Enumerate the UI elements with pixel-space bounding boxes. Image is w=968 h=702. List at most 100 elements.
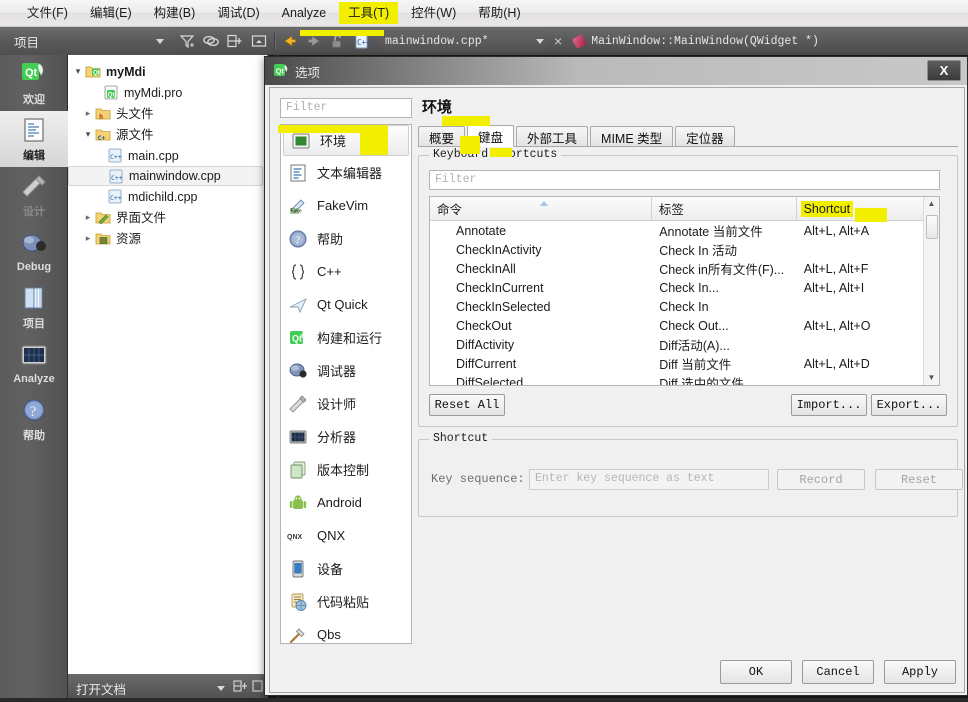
key-sequence-input[interactable]: Enter key sequence as text [529, 469, 769, 490]
category-android[interactable]: Android [281, 486, 411, 519]
menu-file[interactable]: 文件(F) [18, 2, 77, 24]
lock-icon[interactable] [327, 30, 349, 52]
tab-external-tools[interactable]: 外部工具 [516, 126, 589, 147]
category-qbs[interactable]: Qbs [281, 618, 411, 643]
tree-node-forms[interactable]: ▸ 界面文件 [68, 207, 267, 228]
table-row[interactable]: CheckInCurrent Check In... Alt+L, Alt+I [430, 278, 923, 297]
category-qnx[interactable]: QNX QNX [281, 519, 411, 552]
menu-help[interactable]: 帮助(H) [469, 2, 529, 24]
menu-edit[interactable]: 编辑(E) [81, 2, 141, 24]
tab-keyboard[interactable]: 键盘 [467, 125, 515, 147]
tree-node-resources[interactable]: ▸ 资源 [68, 228, 267, 249]
category-build-run[interactable]: Qt 构建和运行 [281, 321, 411, 354]
table-row[interactable]: DiffActivity Diff活动(A)... [430, 335, 923, 354]
table-row[interactable]: DiffCurrent Diff 当前文件 Alt+L, Alt+D [430, 354, 923, 373]
tab-mime-types[interactable]: MIME 类型 [590, 126, 674, 147]
symbol-selector[interactable]: MainWindow::MainWindow(QWidget *) [572, 33, 819, 49]
menu-build[interactable]: 构建(B) [145, 2, 205, 24]
tree-node-mdichild-cpp[interactable]: C++ mdichild.cpp [68, 186, 267, 207]
cancel-button[interactable]: Cancel [802, 660, 874, 684]
category-filter-input[interactable]: Filter [280, 98, 412, 118]
mode-help[interactable]: ? 帮助 [0, 391, 68, 447]
shortcuts-table-scrollbar[interactable]: ▲ ▼ [923, 197, 939, 385]
import-button[interactable]: Import... [791, 394, 867, 416]
category-devices[interactable]: 设备 [281, 552, 411, 585]
record-button[interactable]: Record [777, 469, 865, 490]
forward-arrow-icon[interactable] [303, 30, 325, 52]
category-designer[interactable]: 设计师 [281, 387, 411, 420]
header-folder-icon: h [94, 106, 112, 122]
reset-shortcut-button[interactable]: Reset [875, 469, 963, 490]
scroll-up-icon[interactable]: ▲ [928, 197, 936, 211]
file-chevron-down-icon[interactable] [536, 38, 544, 44]
category-environment[interactable]: 环境 [283, 125, 409, 156]
table-row[interactable]: DiffSelected Diff 选中的文件 [430, 373, 923, 386]
dialog-close-button[interactable]: X [927, 60, 961, 81]
category-qt-quick[interactable]: Qt Quick [281, 288, 411, 321]
table-row[interactable]: CheckInActivity Check In 活动 [430, 240, 923, 259]
category-cpp[interactable]: C++ [281, 255, 411, 288]
mode-design[interactable]: 设计 [0, 167, 68, 223]
category-label: Qbs [317, 627, 341, 642]
project-selector-combo[interactable]: 项目 [8, 30, 168, 52]
close-split-icon[interactable] [252, 680, 264, 696]
tab-general[interactable]: 概要 [418, 126, 466, 147]
table-row[interactable]: CheckInSelected Check In [430, 297, 923, 316]
filter-icon[interactable] [176, 30, 198, 52]
chevron-down-icon[interactable]: ▾ [82, 129, 94, 140]
category-analyzer[interactable]: 分析器 [281, 420, 411, 453]
menu-analyze[interactable]: Analyze [273, 2, 335, 24]
split-icon[interactable] [224, 30, 246, 52]
category-version-control[interactable]: 版本控制 [281, 453, 411, 486]
open-documents-combo[interactable]: 打开文档 [76, 679, 229, 698]
mode-welcome[interactable]: Qt 欢迎 [0, 55, 68, 111]
table-row[interactable]: Annotate Annotate 当前文件 Alt+L, Alt+A [430, 221, 923, 240]
category-text-editor[interactable]: 文本编辑器 [281, 156, 411, 189]
export-button[interactable]: Export... [871, 394, 947, 416]
collapse-icon[interactable] [248, 30, 270, 52]
category-code-pasting[interactable]: 代码粘贴 [281, 585, 411, 618]
window-bottom-edge [0, 698, 968, 702]
back-arrow-icon[interactable] [279, 30, 301, 52]
tree-node-myMdi-pro[interactable]: Qt myMdi.pro [68, 82, 267, 103]
mode-projects[interactable]: 项目 [0, 279, 68, 335]
mode-debug[interactable]: Debug [0, 223, 68, 279]
scrollbar-thumb[interactable] [926, 215, 938, 239]
tree-node-main-cpp[interactable]: C++ main.cpp [68, 145, 267, 166]
shortcuts-filter-input[interactable]: Filter [429, 170, 940, 190]
chevron-right-icon[interactable]: ▸ [82, 108, 94, 119]
svg-text:?: ? [295, 234, 300, 246]
tree-node-headers[interactable]: ▸ h 头文件 [68, 103, 267, 124]
tree-node-mainwindow-cpp[interactable]: C++ mainwindow.cpp [68, 166, 263, 186]
chevron-down-icon[interactable]: ▾ [72, 66, 84, 77]
tree-node-myMdi[interactable]: ▾ Qt myMdi [68, 61, 267, 82]
table-row[interactable]: CheckOut Check Out... Alt+L, Alt+O [430, 316, 923, 335]
split-view-icon[interactable] [233, 680, 248, 696]
close-file-icon[interactable]: × [548, 33, 568, 49]
link-icon[interactable] [200, 30, 222, 52]
menu-debug[interactable]: 调试(D) [208, 2, 268, 24]
scroll-down-icon[interactable]: ▼ [928, 371, 936, 385]
mode-analyze[interactable]: Analyze [0, 335, 68, 391]
category-help[interactable]: ? 帮助 [281, 222, 411, 255]
menu-tools[interactable]: 工具(T) [339, 2, 399, 24]
category-debugger[interactable]: 调试器 [281, 354, 411, 387]
category-label: 代码粘贴 [317, 595, 370, 610]
analyze-monitor-icon [19, 341, 49, 371]
mode-edit[interactable]: 编辑 [0, 111, 68, 167]
column-header-label[interactable]: 标签 [652, 197, 797, 220]
chevron-right-icon[interactable]: ▸ [82, 233, 94, 244]
category-fakevim[interactable]: Fake FakeVim [281, 189, 411, 222]
dialog-title-bar[interactable]: Qt 选项 X [265, 57, 967, 85]
tree-node-sources[interactable]: ▾ C+ 源文件 [68, 124, 267, 145]
reset-all-button[interactable]: Reset All [429, 394, 505, 416]
table-row[interactable]: CheckInAll Check in所有文件(F)... Alt+L, Alt+F [430, 259, 923, 278]
chevron-right-icon[interactable]: ▸ [82, 212, 94, 223]
column-header-command[interactable]: 命令 [430, 197, 652, 220]
menu-window[interactable]: 控件(W) [402, 2, 465, 24]
open-file-tab[interactable]: mainwindow.cpp* [380, 30, 548, 52]
column-header-shortcut[interactable]: Shortcut [797, 197, 923, 220]
ok-button[interactable]: OK [720, 660, 792, 684]
apply-button[interactable]: Apply [884, 660, 956, 684]
tab-locator[interactable]: 定位器 [675, 126, 735, 147]
